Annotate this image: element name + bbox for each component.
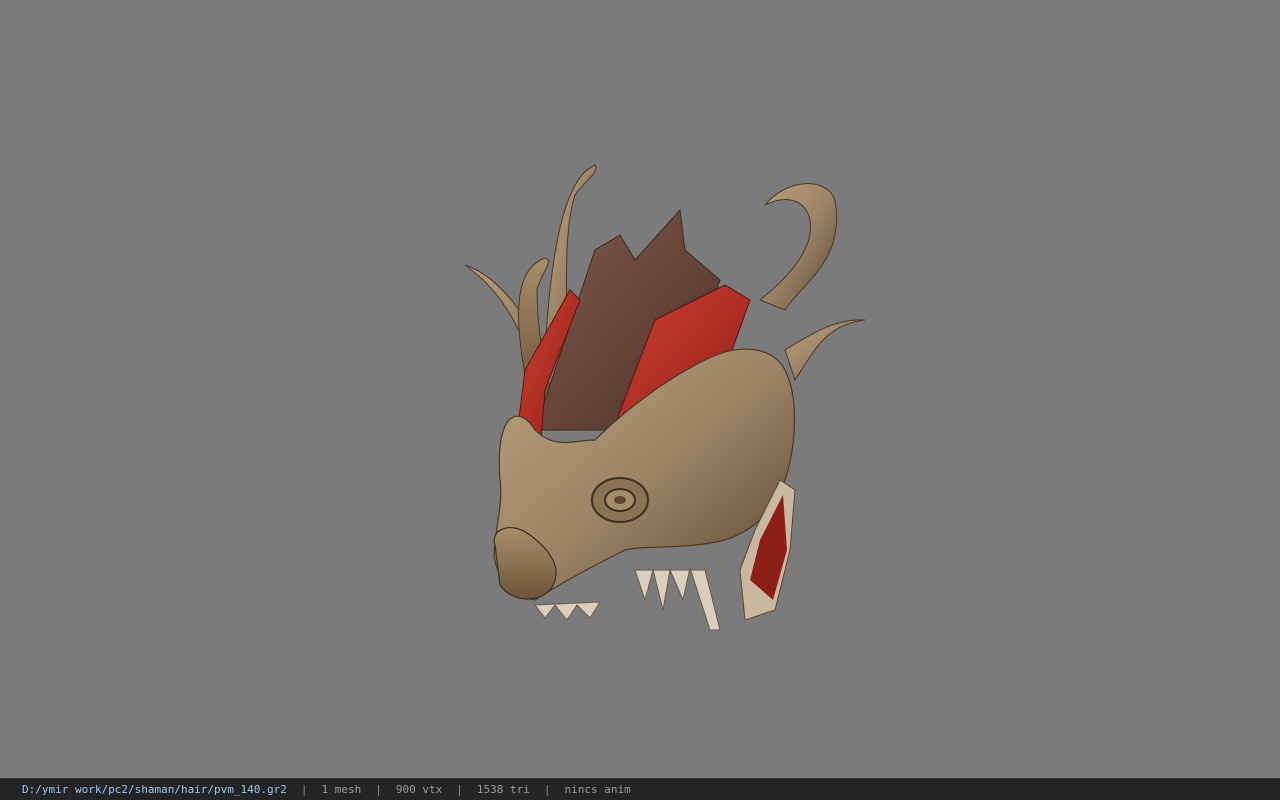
separator: | bbox=[300, 783, 308, 796]
horn-right-big bbox=[759, 183, 837, 311]
separator: | bbox=[375, 783, 382, 796]
animation-status: nincs anim bbox=[564, 783, 631, 796]
status-bar: D:/ymir work/pc2/shaman/hair/pvm_140.gr2… bbox=[0, 778, 1280, 800]
mesh-count: 1 mesh bbox=[321, 783, 362, 796]
vertex-count: 900 vtx bbox=[395, 783, 443, 796]
horn-right-side bbox=[784, 319, 866, 382]
dragon-helmet-model bbox=[464, 164, 866, 631]
file-path: D:/ymir work/pc2/shaman/hair/pvm_140.gr2 bbox=[22, 783, 287, 796]
teeth bbox=[634, 566, 721, 631]
separator: | bbox=[543, 783, 551, 796]
triangle-count: 1538 tri bbox=[476, 783, 530, 796]
3d-viewport[interactable] bbox=[0, 0, 1280, 778]
separator: | bbox=[456, 783, 463, 796]
jaw-teeth bbox=[534, 601, 601, 621]
eye-pupil bbox=[614, 496, 626, 504]
